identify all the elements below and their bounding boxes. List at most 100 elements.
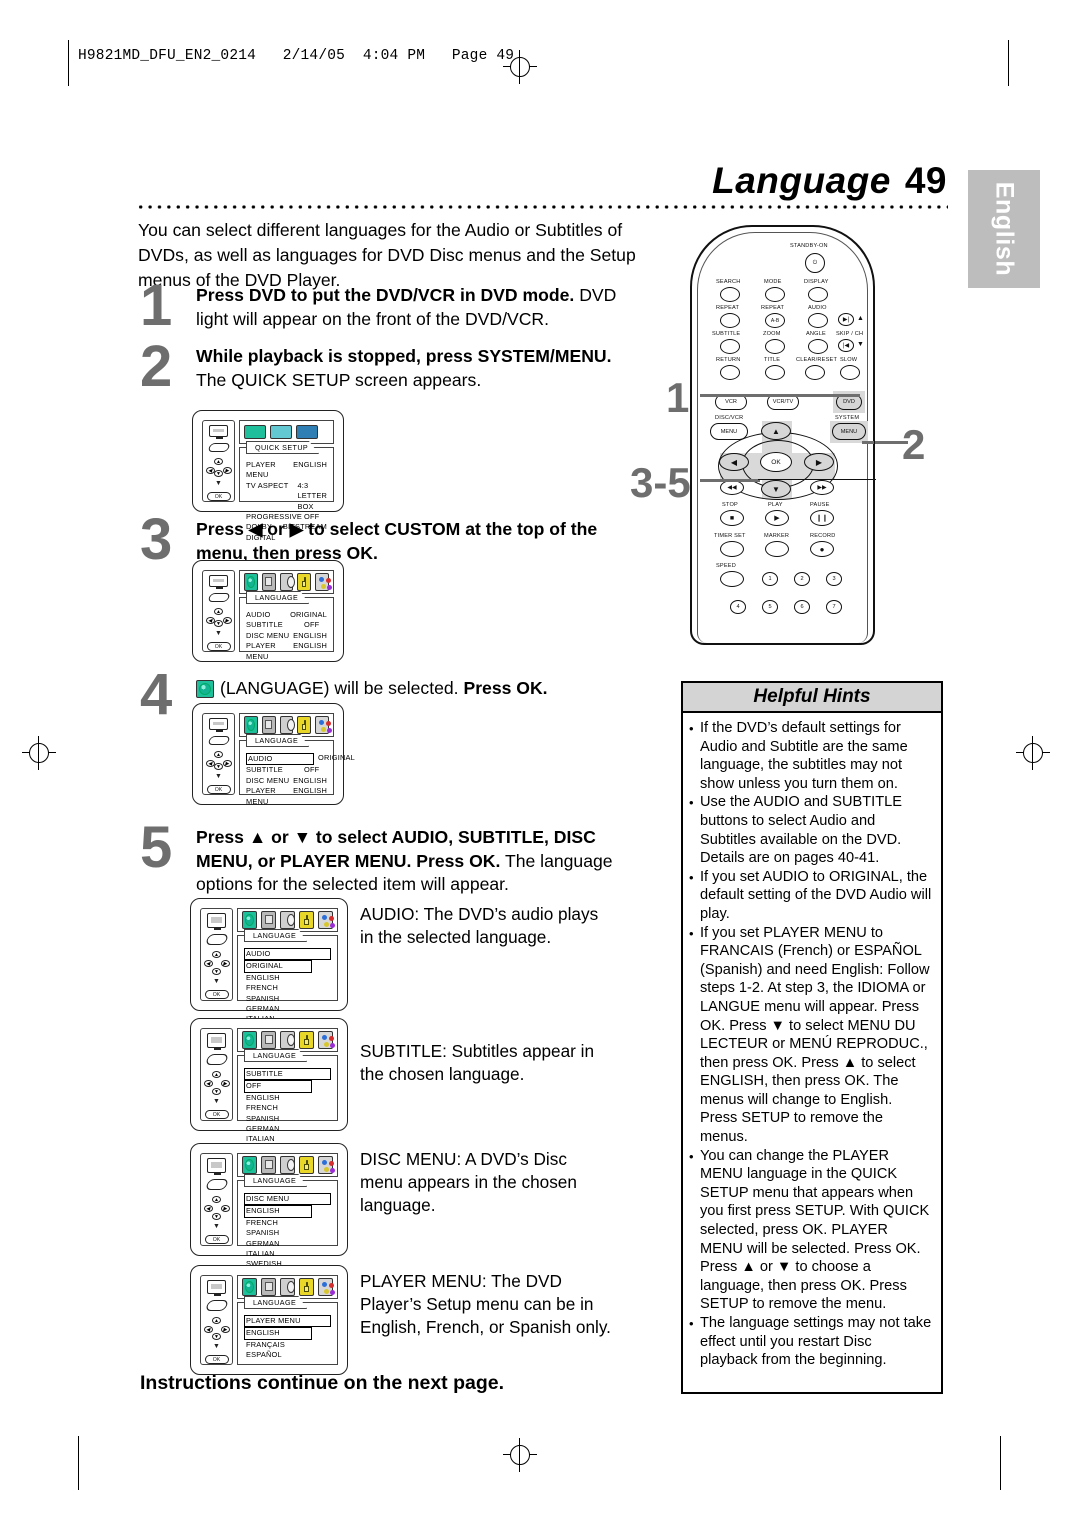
- disc-icon: [280, 1031, 295, 1049]
- hint-text: If you set PLAYER MENU to FRANCAIS (Fren…: [700, 924, 930, 1146]
- osd-option: FRENCH: [246, 1217, 278, 1227]
- tv-icon: [209, 575, 228, 590]
- search-button[interactable]: [720, 287, 740, 302]
- dpad-right-button[interactable]: ▶: [804, 453, 834, 471]
- repeat-ab-button[interactable]: A-B: [765, 313, 785, 328]
- marker-button[interactable]: [765, 541, 789, 557]
- step-1-number: 1: [140, 273, 173, 338]
- step-4-body: (LANGUAGE) will be selected. Press OK.: [196, 677, 548, 701]
- number-3-button[interactable]: 3: [826, 572, 842, 586]
- helpful-hints-box: Helpful Hints • If the DVD’s default set…: [681, 681, 943, 1394]
- osd-tab-label: QUICK SETUP: [246, 441, 320, 454]
- osd-row-key: DISC MENU: [246, 630, 290, 640]
- title-button[interactable]: [765, 365, 785, 380]
- caret-down-icon: ▼: [215, 480, 222, 487]
- standby-power-button[interactable]: ⏻: [805, 253, 825, 273]
- number-1-button[interactable]: 1: [762, 572, 778, 586]
- number-7-button[interactable]: 7: [826, 600, 842, 614]
- skip-forward-button[interactable]: ▶|: [838, 313, 854, 326]
- ok-button[interactable]: OK: [760, 452, 792, 472]
- audio-button[interactable]: [808, 313, 828, 328]
- osd-row-value: ENGLISH: [293, 460, 327, 469]
- number-6-button[interactable]: 6: [794, 600, 810, 614]
- osd-option-header: AUDIO: [244, 948, 331, 961]
- angle-button[interactable]: [808, 339, 828, 354]
- helpful-hints-title: Helpful Hints: [683, 683, 941, 713]
- osd-subtitle-options: ▲ ▼ ◀ ▶ ▼ OK LANGUAGE SUBTITLE OFF ENGLISH …: [190, 1018, 348, 1164]
- stop-button[interactable]: ■: [720, 510, 744, 526]
- osd-row: SUBTITLE OFF: [246, 765, 327, 775]
- step-4-rest: (LANGUAGE) will be selected.: [220, 678, 459, 698]
- clear-reset-button[interactable]: [805, 365, 825, 380]
- osd-row-value: ORIGINAL: [318, 753, 355, 762]
- osd-nav-column: ▲ ▼ ◀ ▶ ▼ OK: [200, 1275, 233, 1365]
- pause-button[interactable]: ❙❙: [810, 510, 834, 526]
- timer-set-label: TIMER SET: [714, 533, 746, 539]
- number-2-button[interactable]: 2: [794, 572, 810, 586]
- number-4-button[interactable]: 4: [730, 600, 746, 614]
- osd-option: FRENCH: [246, 1103, 278, 1113]
- disc-icon: [280, 1278, 295, 1296]
- registration-mark-left: [22, 736, 56, 770]
- intro-paragraph: You can select different languages for t…: [138, 220, 636, 290]
- language-side-tab: English: [968, 170, 1040, 288]
- osd-option: SPANISH: [246, 1228, 280, 1238]
- speed-button[interactable]: [720, 571, 744, 587]
- page-slug: H9821MD_DFU_EN2_0214 2/14/05 4:04 PM Pag…: [78, 48, 515, 64]
- osd-icon-row: [239, 713, 334, 737]
- osd-row: AUDIO ORIGINAL: [246, 610, 327, 620]
- osd-option-header: PLAYER MENU: [244, 1315, 331, 1328]
- dpad-left-button[interactable]: ◀: [719, 453, 749, 471]
- bullet-icon: •: [689, 721, 694, 736]
- globe-icon: [242, 1156, 257, 1174]
- osd-row-key: AUDIO: [246, 610, 271, 619]
- step-3-bold: Press ◀ or ▶ to select CUSTOM at the top…: [196, 519, 598, 563]
- osd-nav-column: ▲ ▼ ◀ ▶ ▼ OK: [200, 1028, 233, 1121]
- osd-panel: LANGUAGE AUDIO ORIGINAL SUBTITLE OFF DIS…: [239, 591, 334, 661]
- step-5-number: 5: [140, 815, 173, 880]
- bullet-icon: •: [689, 1316, 694, 1331]
- return-button[interactable]: [720, 365, 740, 380]
- repeat-button[interactable]: [720, 313, 740, 328]
- play-button[interactable]: ▶: [765, 510, 789, 526]
- zoom-button[interactable]: [765, 339, 785, 354]
- osd-tab-label: LANGUAGE: [246, 591, 310, 604]
- lock-icon: [297, 716, 312, 734]
- tv-icon: [207, 1033, 226, 1050]
- osd-panel: LANGUAGE PLAYER MENU ENGLISH FRANÇAIS ES…: [237, 1296, 338, 1365]
- mode-button[interactable]: [765, 287, 785, 302]
- dpad-icon: ▲ ▼ ◀ ▶: [203, 1071, 230, 1095]
- record-button[interactable]: ●: [810, 541, 834, 557]
- osd-row-value: ORIGINAL: [290, 610, 327, 619]
- subtitle-button[interactable]: [720, 339, 740, 354]
- bullet-icon: •: [689, 795, 694, 811]
- hint-text: Use the AUDIO and SUBTITLE buttons to se…: [700, 794, 902, 867]
- display-button[interactable]: [808, 287, 828, 302]
- osd-icon-row: [239, 570, 334, 594]
- osd-option: GERMAN: [246, 1124, 280, 1134]
- misc-setup-icon: [315, 573, 329, 591]
- osd-icon-row: [237, 1028, 338, 1052]
- dpad-down-button[interactable]: ▼: [761, 480, 791, 498]
- callout-2-horizontal: [758, 479, 876, 481]
- osd-language-menu-selected: ▲ ▼ ◀ ▶ ▼ OK LANGUAGE AUDIO ORIGINAL SUBTIT…: [192, 703, 355, 806]
- osd-option: ITALIAN: [246, 1249, 275, 1259]
- osd-option-selected: ENGLISH: [244, 1205, 312, 1218]
- slow-button[interactable]: [840, 365, 860, 380]
- system-menu-button[interactable]: MENU: [832, 423, 866, 440]
- osd-panel: LANGUAGE DISC MENU ENGLISH FRENCH SPANIS…: [237, 1174, 338, 1289]
- audio-label: AUDIO: [808, 305, 827, 311]
- timer-set-button[interactable]: [720, 541, 744, 557]
- rewind-button[interactable]: ◀◀: [720, 480, 744, 495]
- disc-vcr-label: DISC/VCR: [715, 415, 744, 421]
- osd-tab-label: LANGUAGE: [244, 1296, 308, 1309]
- dpad-up-button[interactable]: ▲: [761, 422, 791, 440]
- number-5-button[interactable]: 5: [762, 600, 778, 614]
- misc-setup-icon: [315, 716, 329, 734]
- hint-item: • If you set AUDIO to ORIGINAL, the defa…: [689, 868, 933, 924]
- osd-row-key: PLAYER MENU: [246, 641, 276, 661]
- skip-back-button[interactable]: |◀: [838, 339, 854, 352]
- osd-disc-menu-options: ▲ ▼ ◀ ▶ ▼ OK LANGUAGE DISC MENU ENGLISH FRE…: [190, 1143, 348, 1289]
- fast-forward-button[interactable]: ▶▶: [810, 480, 834, 495]
- disc-icon: [279, 716, 295, 734]
